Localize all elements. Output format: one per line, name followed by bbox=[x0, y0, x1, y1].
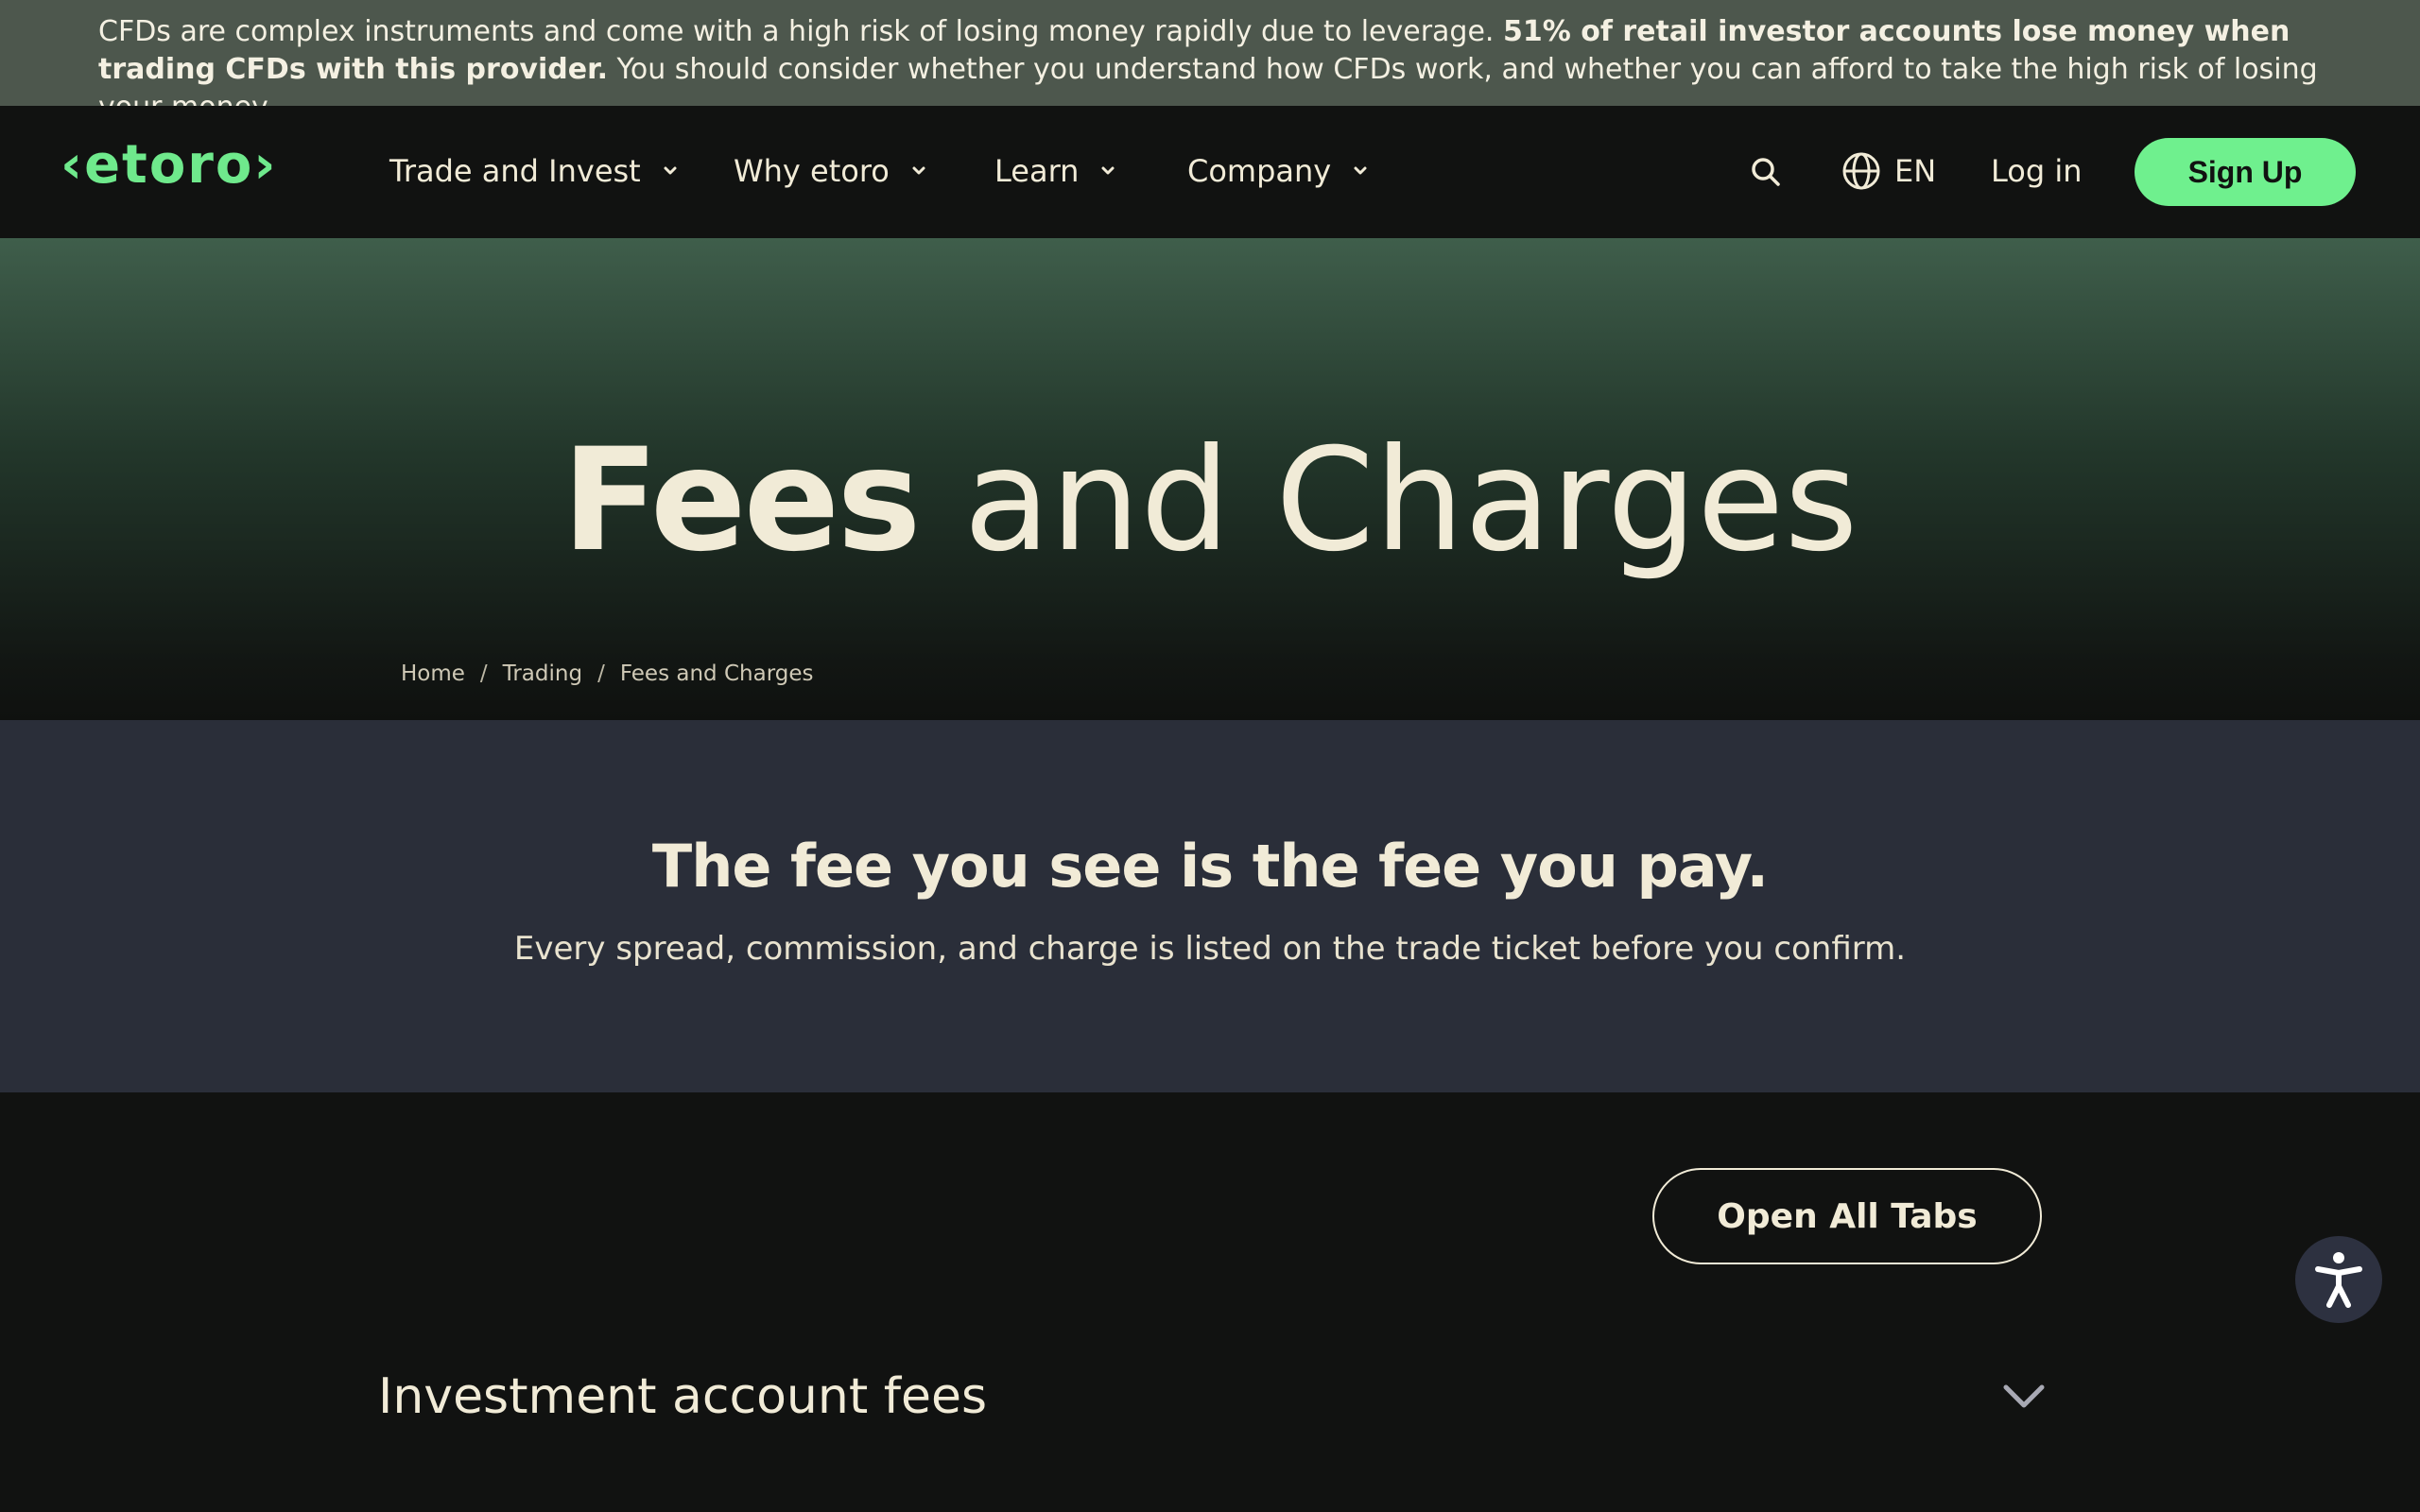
accessibility-icon bbox=[2315, 1252, 2362, 1308]
page-title-bold: Fees bbox=[562, 419, 921, 583]
open-all-tabs-button[interactable]: Open All Tabs bbox=[1652, 1168, 2042, 1264]
chevron-down-icon bbox=[664, 166, 677, 175]
breadcrumb-current[interactable]: Fees and Charges bbox=[620, 662, 814, 686]
page-title: Fees and Charges bbox=[0, 425, 2420, 576]
top-navigation: ‹etoro› Trade and Invest Why etoro Learn… bbox=[0, 106, 2420, 238]
menu-learn[interactable]: Learn bbox=[994, 153, 1116, 189]
chevron-down-icon bbox=[1354, 166, 1367, 175]
signup-button[interactable]: Sign Up bbox=[2135, 138, 2356, 206]
accordion-investment-account-fees[interactable]: Investment account fees bbox=[378, 1349, 2046, 1453]
statement-subtext: Every spread, commission, and charge is … bbox=[513, 930, 1907, 968]
accessibility-button[interactable] bbox=[2295, 1236, 2382, 1323]
menu-label: Why etoro bbox=[734, 153, 890, 189]
etoro-logo[interactable]: ‹etoro› bbox=[60, 134, 277, 196]
menu-company[interactable]: Company bbox=[1187, 153, 1369, 189]
language-selector[interactable]: EN bbox=[1841, 151, 1936, 191]
risk-warning-text: CFDs are complex instruments and come wi… bbox=[98, 15, 1503, 48]
search-icon[interactable] bbox=[1749, 155, 1783, 189]
accordion-label: Investment account fees bbox=[378, 1368, 988, 1425]
breadcrumb-separator: / bbox=[479, 662, 488, 686]
language-label: EN bbox=[1894, 153, 1937, 189]
menu-label: Company bbox=[1187, 153, 1332, 189]
page-title-light: and Charges bbox=[918, 419, 1858, 583]
chevron-down-icon bbox=[2003, 1384, 2045, 1408]
breadcrumb-home[interactable]: Home bbox=[401, 662, 465, 686]
hero-section: Fees and Charges Home / Trading / Fees a… bbox=[0, 238, 2420, 720]
breadcrumb-separator: / bbox=[597, 662, 605, 686]
breadcrumb: Home / Trading / Fees and Charges bbox=[401, 662, 813, 686]
chevron-down-icon bbox=[912, 166, 925, 175]
fee-statement-section: The fee you see is the fee you pay. Ever… bbox=[0, 720, 2420, 1092]
risk-warning-banner: CFDs are complex instruments and come wi… bbox=[0, 0, 2420, 124]
chevron-down-icon bbox=[1101, 166, 1115, 175]
menu-label: Learn bbox=[994, 153, 1080, 189]
login-link[interactable]: Log in bbox=[1991, 153, 2083, 189]
fees-content: Open All Tabs Investment account fees bbox=[0, 1092, 2420, 1512]
menu-trade-and-invest[interactable]: Trade and Invest bbox=[389, 153, 679, 189]
breadcrumb-trading[interactable]: Trading bbox=[503, 662, 582, 686]
menu-why-etoro[interactable]: Why etoro bbox=[734, 153, 927, 189]
globe-icon bbox=[1842, 152, 1880, 190]
statement-heading: The fee you see is the fee you pay. bbox=[651, 832, 1769, 901]
menu-label: Trade and Invest bbox=[389, 153, 641, 189]
